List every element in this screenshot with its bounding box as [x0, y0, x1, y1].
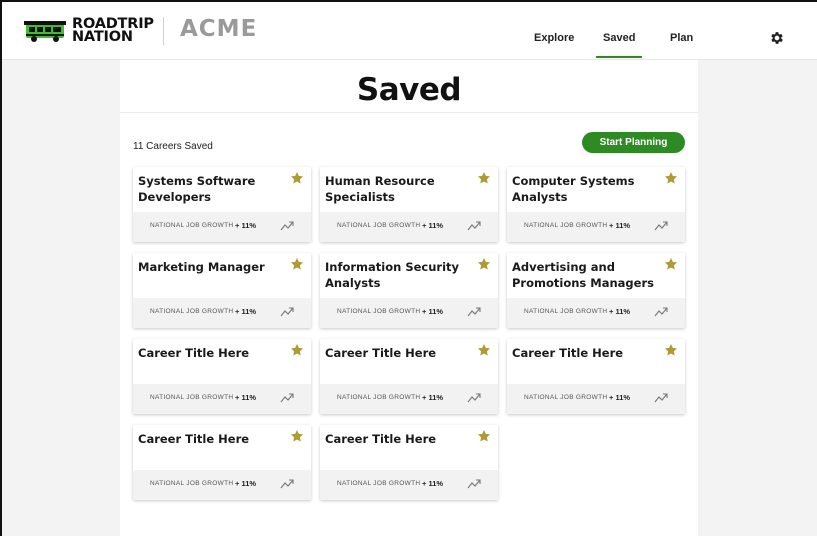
career-title[interactable]: Career Title Here [138, 345, 288, 361]
gear-icon[interactable] [769, 30, 785, 46]
job-growth-value: + 11% [609, 221, 631, 230]
job-growth-label: NATIONAL JOB GROWTH [337, 222, 421, 229]
card-footer: NATIONAL JOB GROWTH + 11% [320, 470, 498, 500]
career-card[interactable]: Career Title Here NATIONAL JOB GROWTH + … [133, 339, 311, 414]
roadtrip-nation-logo[interactable]: ROADTRIP NATION [24, 14, 156, 48]
career-card[interactable]: Career Title Here NATIONAL JOB GROWTH + … [320, 339, 498, 414]
job-growth-value: + 11% [422, 221, 444, 230]
trend-up-icon [467, 479, 481, 489]
card-footer: NATIONAL JOB GROWTH + 11% [133, 298, 311, 328]
bus-icon [24, 21, 66, 42]
trend-up-icon [467, 393, 481, 403]
trend-up-icon [654, 393, 668, 403]
trend-up-icon [467, 221, 481, 231]
job-growth-value: + 11% [609, 393, 631, 402]
job-growth-value: + 11% [422, 307, 444, 316]
star-icon[interactable] [477, 257, 491, 271]
job-growth-label: NATIONAL JOB GROWTH [337, 308, 421, 315]
logo-divider [163, 17, 164, 45]
job-growth-value: + 11% [235, 393, 257, 402]
job-growth-label: NATIONAL JOB GROWTH [524, 308, 608, 315]
card-footer: NATIONAL JOB GROWTH + 11% [507, 298, 685, 328]
trend-up-icon [280, 307, 294, 317]
star-icon[interactable] [290, 257, 304, 271]
nav-explore[interactable]: Explore [534, 32, 574, 44]
career-title[interactable]: Systems Software Developers [138, 173, 288, 205]
career-card[interactable]: Human Resource Specialists NATIONAL JOB … [320, 167, 498, 242]
job-growth-value: + 11% [235, 307, 257, 316]
trend-up-icon [467, 307, 481, 317]
job-growth-value: + 11% [609, 307, 631, 316]
job-growth-label: NATIONAL JOB GROWTH [524, 222, 608, 229]
career-title[interactable]: Computer Systems Analysts [512, 173, 662, 205]
job-growth-label: NATIONAL JOB GROWTH [337, 394, 421, 401]
card-footer: NATIONAL JOB GROWTH + 11% [507, 384, 685, 414]
job-growth-value: + 11% [422, 479, 444, 488]
job-growth-label: NATIONAL JOB GROWTH [150, 394, 234, 401]
career-card[interactable]: Career Title Here NATIONAL JOB GROWTH + … [320, 425, 498, 500]
career-title[interactable]: Career Title Here [325, 431, 475, 447]
career-title[interactable]: Career Title Here [138, 431, 288, 447]
nav-plan[interactable]: Plan [670, 32, 693, 44]
top-header: ROADTRIP NATION ACME Explore Saved Plan [2, 2, 817, 60]
career-card[interactable]: Career Title Here NATIONAL JOB GROWTH + … [133, 425, 311, 500]
saved-count: 11 Careers Saved [133, 141, 213, 152]
trend-up-icon [280, 221, 294, 231]
saved-careers-panel: Saved 11 Careers Saved Start Planning Sy… [120, 60, 698, 536]
start-planning-button[interactable]: Start Planning [582, 132, 685, 153]
star-icon[interactable] [477, 429, 491, 443]
job-growth-label: NATIONAL JOB GROWTH [337, 480, 421, 487]
card-footer: NATIONAL JOB GROWTH + 11% [320, 298, 498, 328]
card-footer: NATIONAL JOB GROWTH + 11% [133, 212, 311, 242]
career-title[interactable]: Career Title Here [512, 345, 662, 361]
job-growth-label: NATIONAL JOB GROWTH [150, 480, 234, 487]
career-card[interactable]: Information Security Analysts NATIONAL J… [320, 253, 498, 328]
job-growth-value: + 11% [235, 221, 257, 230]
trend-up-icon [280, 393, 294, 403]
trend-up-icon [280, 479, 294, 489]
career-title[interactable]: Career Title Here [325, 345, 475, 361]
career-card[interactable]: Computer Systems Analysts NATIONAL JOB G… [507, 167, 685, 242]
partner-brand-logo: ACME [180, 16, 258, 42]
star-icon[interactable] [477, 343, 491, 357]
job-growth-value: + 11% [422, 393, 444, 402]
career-card[interactable]: Career Title Here NATIONAL JOB GROWTH + … [507, 339, 685, 414]
star-icon[interactable] [664, 343, 678, 357]
page-title: Saved [356, 72, 462, 108]
star-icon[interactable] [290, 171, 304, 185]
logo-wordmark: ROADTRIP NATION [72, 17, 154, 45]
card-footer: NATIONAL JOB GROWTH + 11% [507, 212, 685, 242]
star-icon[interactable] [664, 171, 678, 185]
job-growth-label: NATIONAL JOB GROWTH [150, 308, 234, 315]
job-growth-label: NATIONAL JOB GROWTH [150, 222, 234, 229]
card-footer: NATIONAL JOB GROWTH + 11% [133, 384, 311, 414]
career-title[interactable]: Advertising and Promotions Managers [512, 259, 662, 291]
card-footer: NATIONAL JOB GROWTH + 11% [320, 384, 498, 414]
title-divider [120, 112, 698, 113]
star-icon[interactable] [477, 171, 491, 185]
nav-saved[interactable]: Saved [595, 32, 643, 58]
job-growth-label: NATIONAL JOB GROWTH [524, 394, 608, 401]
career-title[interactable]: Information Security Analysts [325, 259, 475, 291]
card-footer: NATIONAL JOB GROWTH + 11% [133, 470, 311, 500]
job-growth-value: + 11% [235, 479, 257, 488]
star-icon[interactable] [290, 343, 304, 357]
app-window: ROADTRIP NATION ACME Explore Saved Plan … [0, 0, 817, 536]
card-footer: NATIONAL JOB GROWTH + 11% [320, 212, 498, 242]
career-title[interactable]: Human Resource Specialists [325, 173, 475, 205]
career-card[interactable]: Marketing Manager NATIONAL JOB GROWTH + … [133, 253, 311, 328]
logo-line-2: NATION [72, 29, 133, 45]
trend-up-icon [654, 221, 668, 231]
trend-up-icon [654, 307, 668, 317]
career-title[interactable]: Marketing Manager [138, 259, 288, 275]
career-card[interactable]: Systems Software Developers NATIONAL JOB… [133, 167, 311, 242]
star-icon[interactable] [664, 257, 678, 271]
star-icon[interactable] [290, 429, 304, 443]
career-card[interactable]: Advertising and Promotions Managers NATI… [507, 253, 685, 328]
